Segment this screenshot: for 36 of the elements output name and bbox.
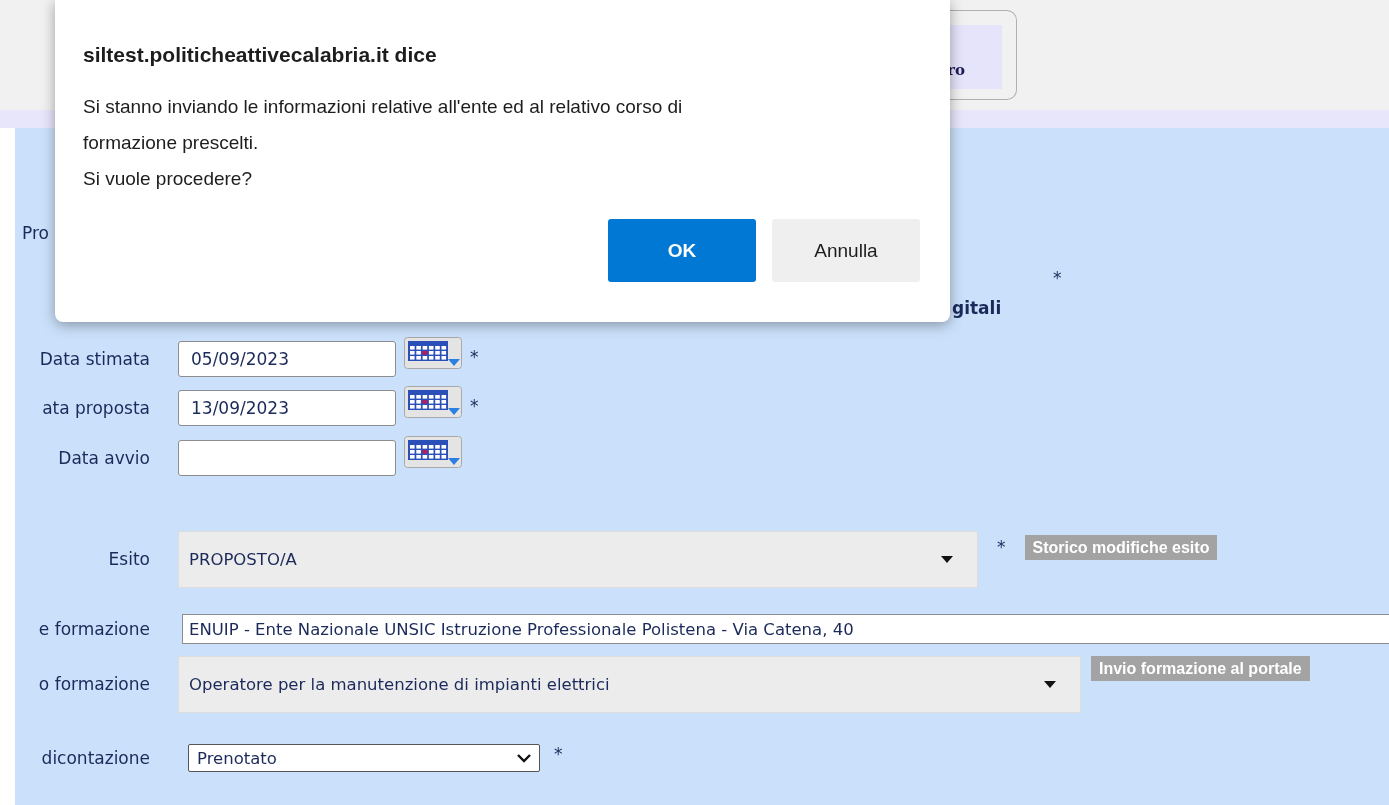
chevron-down-icon <box>517 753 531 763</box>
dropdown-caret-icon <box>1044 681 1056 688</box>
field-label: dicontazione <box>40 747 150 770</box>
required-mark: * <box>997 537 1006 557</box>
field-label: Data avvio <box>57 447 150 470</box>
field-label: Esito <box>107 548 150 571</box>
field-label: ata proposta <box>41 397 150 420</box>
calendar-icon[interactable] <box>404 337 462 369</box>
cancel-button[interactable]: Annulla <box>772 219 920 282</box>
select-field[interactable]: Prenotato <box>188 744 540 772</box>
dialog-message: formazione prescelti. <box>83 131 260 155</box>
text-field[interactable]: ENUIP - Ente Nazionale UNSIC Istruzione Professionale Polistena - Via Catena, 40 <box>182 614 1389 644</box>
field-label: e formazione <box>37 618 150 641</box>
required-mark: * <box>470 347 479 367</box>
calendar-icon[interactable] <box>404 436 462 468</box>
dialog-message: Si stanno inviando le informazioni relative all'ente ed al relativo corso di <box>83 95 684 119</box>
required-mark: * <box>1053 268 1062 288</box>
field-label: o formazione <box>37 673 150 696</box>
section-heading: gitali <box>952 298 1002 318</box>
date-field[interactable] <box>178 440 396 476</box>
dropdown-value: PROPOSTO/A <box>189 550 297 569</box>
date-field[interactable]: 05/09/2023 <box>178 341 396 377</box>
dropdown-caret-icon <box>941 556 953 563</box>
select-value: Prenotato <box>197 748 277 768</box>
dropdown-field[interactable]: Operatore per la manutenzione di impianti elettrici <box>178 656 1081 713</box>
dialog-title: siltest.politicheattivecalabria.it dice <box>83 42 438 68</box>
field-label: Data stimata <box>38 348 150 371</box>
ok-button[interactable]: OK <box>608 219 756 282</box>
field-label: Pro <box>22 223 49 243</box>
required-mark: * <box>554 744 563 764</box>
dialog-message: Si vuole procedere? <box>83 167 253 191</box>
date-field[interactable]: 13/09/2023 <box>178 390 396 426</box>
calendar-icon[interactable] <box>404 386 462 418</box>
dropdown-field[interactable]: PROPOSTO/A <box>178 531 978 588</box>
required-mark: * <box>470 396 479 416</box>
dropdown-value: Operatore per la manutenzione di impianti elettrici <box>189 675 610 694</box>
